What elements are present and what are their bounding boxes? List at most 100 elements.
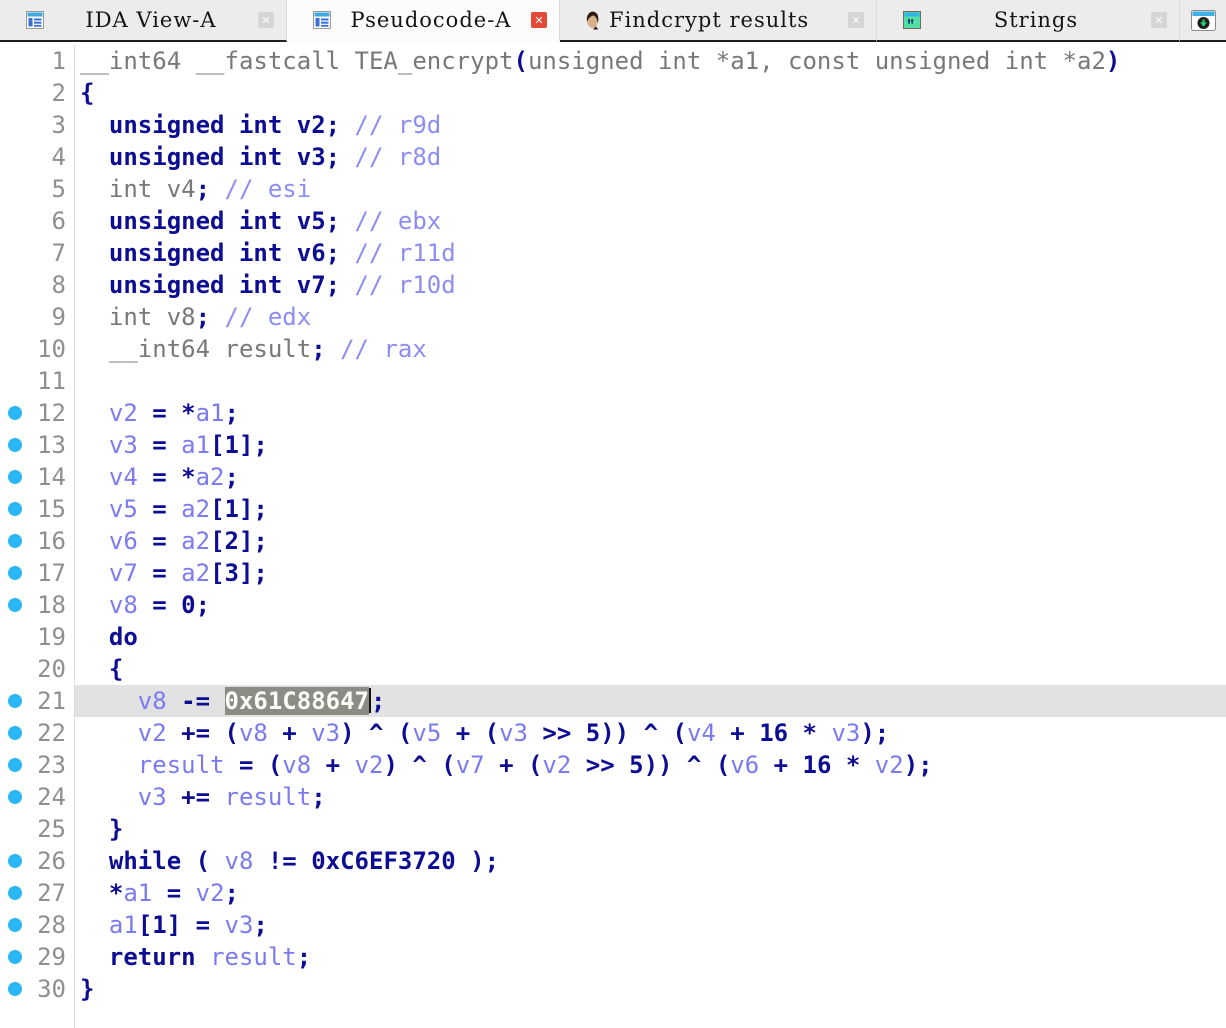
code-token[interactable]: v3 bbox=[831, 719, 860, 747]
code-token[interactable]: v2 bbox=[109, 399, 138, 427]
code-token[interactable]: __int64 result bbox=[109, 335, 311, 363]
code-text[interactable]: unsigned int v3; // r8d bbox=[75, 141, 1226, 173]
code-token[interactable]: a1 bbox=[123, 879, 152, 907]
code-line-17[interactable]: 17 v7 = a2[3]; bbox=[0, 557, 1226, 589]
code-text[interactable]: { bbox=[75, 77, 1226, 109]
code-token[interactable]: [2]; bbox=[210, 527, 268, 555]
code-text[interactable]: int v4; // esi bbox=[75, 173, 1226, 205]
code-token[interactable]: // ebx bbox=[340, 207, 441, 235]
code-token[interactable]: unsigned int v3; bbox=[109, 143, 340, 171]
code-token[interactable]: = bbox=[152, 879, 195, 907]
code-text[interactable]: v2 = *a1; bbox=[75, 397, 1226, 429]
tab-ida-view-a[interactable]: IDA View-A✕ bbox=[0, 0, 287, 42]
code-text[interactable]: a1[1] = v3; bbox=[75, 909, 1226, 941]
code-token[interactable]: unsigned int v6; bbox=[109, 239, 340, 267]
code-token[interactable]: // r8d bbox=[340, 143, 441, 171]
code-token[interactable]: unsigned int v5; bbox=[109, 207, 340, 235]
code-line-5[interactable]: 5 int v4; // esi bbox=[0, 173, 1226, 205]
code-token[interactable]: a2 bbox=[181, 559, 210, 587]
code-token[interactable]: + ( bbox=[441, 719, 499, 747]
code-token[interactable]: } bbox=[80, 975, 94, 1003]
code-token[interactable]: v2 bbox=[355, 751, 384, 779]
code-line-7[interactable]: 7 unsigned int v6; // r11d bbox=[0, 237, 1226, 269]
code-text[interactable]: return result; bbox=[75, 941, 1226, 973]
code-token[interactable]: v6 bbox=[109, 527, 138, 555]
code-line-26[interactable]: 26 while ( v8 != 0xC6EF3720 ); bbox=[0, 845, 1226, 877]
code-token[interactable]: ; bbox=[371, 687, 385, 715]
code-token[interactable]: v3 bbox=[225, 911, 254, 939]
breakpoint-dot-icon[interactable] bbox=[8, 854, 22, 868]
code-token[interactable]: ; bbox=[311, 783, 325, 811]
code-text[interactable]: v2 += (v8 + v3) ^ (v5 + (v3 >> 5)) ^ (v4… bbox=[75, 717, 1226, 749]
code-token[interactable]: v8 bbox=[282, 751, 311, 779]
code-token[interactable]: = * bbox=[138, 463, 196, 491]
code-token[interactable]: a1 bbox=[196, 399, 225, 427]
tab-close-icon[interactable]: ✕ bbox=[531, 12, 547, 28]
code-token[interactable]: unsigned int v2; bbox=[109, 111, 340, 139]
breakpoint-dot-icon[interactable] bbox=[8, 598, 22, 612]
code-line-12[interactable]: 12 v2 = *a1; bbox=[0, 397, 1226, 429]
code-token[interactable]: ; bbox=[196, 303, 210, 331]
code-token[interactable]: v8 bbox=[138, 687, 167, 715]
code-token[interactable]: + bbox=[268, 719, 311, 747]
code-token[interactable]: v5 bbox=[109, 495, 138, 523]
code-line-30[interactable]: 30} bbox=[0, 973, 1226, 1005]
code-token[interactable]: ) ^ ( bbox=[383, 751, 455, 779]
code-token[interactable]: result bbox=[138, 751, 225, 779]
code-token[interactable]: while ( bbox=[109, 847, 225, 875]
code-token[interactable]: ; bbox=[297, 943, 311, 971]
code-token[interactable]: ; bbox=[311, 335, 325, 363]
code-line-22[interactable]: 22 v2 += (v8 + v3) ^ (v5 + (v3 >> 5)) ^ … bbox=[0, 717, 1226, 749]
code-text[interactable]: __int64 result; // rax bbox=[75, 333, 1226, 365]
code-token[interactable]: [1] = bbox=[138, 911, 225, 939]
breakpoint-dot-icon[interactable] bbox=[8, 950, 22, 964]
code-token[interactable]: result bbox=[210, 943, 297, 971]
tab-close-icon[interactable]: ✕ bbox=[848, 12, 864, 28]
code-line-8[interactable]: 8 unsigned int v7; // r10d bbox=[0, 269, 1226, 301]
code-token[interactable]: = bbox=[138, 495, 181, 523]
code-text[interactable]: result = (v8 + v2) ^ (v7 + (v2 >> 5)) ^ … bbox=[75, 749, 1226, 781]
code-token[interactable]: // r10d bbox=[340, 271, 456, 299]
code-token[interactable]: a1 bbox=[181, 431, 210, 459]
code-line-9[interactable]: 9 int v8; // edx bbox=[0, 301, 1226, 333]
breakpoint-dot-icon[interactable] bbox=[8, 502, 22, 516]
code-token[interactable]: [3]; bbox=[210, 559, 268, 587]
code-token[interactable]: = bbox=[138, 559, 181, 587]
tab-close-icon[interactable]: ✕ bbox=[1151, 12, 1167, 28]
code-text[interactable]: v8 -= 0x61C88647; bbox=[75, 685, 1226, 717]
code-text[interactable]: v5 = a2[1]; bbox=[75, 493, 1226, 525]
code-line-1[interactable]: 1__int64 __fastcall TEA_encrypt(unsigned… bbox=[0, 45, 1226, 77]
code-token[interactable]: v8 bbox=[225, 847, 254, 875]
code-token[interactable]: int v4 bbox=[109, 175, 196, 203]
code-token[interactable]: v4 bbox=[109, 463, 138, 491]
code-token[interactable]: do bbox=[109, 623, 138, 651]
tab-strings[interactable]: Strings✕ bbox=[877, 0, 1180, 42]
code-token[interactable]: [1]; bbox=[210, 431, 268, 459]
code-token[interactable]: unsigned int *a1, const unsigned int *a2 bbox=[528, 47, 1106, 75]
code-token[interactable]: + 16 * bbox=[759, 751, 875, 779]
code-line-4[interactable]: 4 unsigned int v3; // r8d bbox=[0, 141, 1226, 173]
code-line-6[interactable]: 6 unsigned int v5; // ebx bbox=[0, 205, 1226, 237]
selected-token[interactable]: 0x61C88647 bbox=[225, 687, 370, 715]
code-token[interactable]: v6 bbox=[730, 751, 759, 779]
code-line-3[interactable]: 3 unsigned int v2; // r9d bbox=[0, 109, 1226, 141]
code-token[interactable]: v4 bbox=[687, 719, 716, 747]
code-line-19[interactable]: 19 do bbox=[0, 621, 1226, 653]
code-token[interactable]: { bbox=[109, 655, 123, 683]
code-line-11[interactable]: 11 bbox=[0, 365, 1226, 397]
code-token[interactable]: ; bbox=[225, 879, 239, 907]
code-text[interactable]: v8 = 0; bbox=[75, 589, 1226, 621]
code-token[interactable]: // esi bbox=[210, 175, 311, 203]
code-token[interactable]: + bbox=[311, 751, 354, 779]
code-text[interactable]: __int64 __fastcall TEA_encrypt(unsigned … bbox=[75, 45, 1226, 77]
code-token[interactable]: v3 bbox=[109, 431, 138, 459]
code-token[interactable]: a2 bbox=[181, 495, 210, 523]
code-token[interactable]: ) ^ ( bbox=[340, 719, 412, 747]
code-text[interactable]: v6 = a2[2]; bbox=[75, 525, 1226, 557]
tab-pseudocode-a[interactable]: Pseudocode-A✕ bbox=[287, 0, 560, 42]
window-list-icon[interactable] bbox=[1180, 0, 1226, 42]
code-token[interactable]: } bbox=[109, 815, 123, 843]
code-text[interactable]: v4 = *a2; bbox=[75, 461, 1226, 493]
code-token[interactable]: ; bbox=[253, 911, 267, 939]
code-token[interactable]: = 0; bbox=[138, 591, 210, 619]
